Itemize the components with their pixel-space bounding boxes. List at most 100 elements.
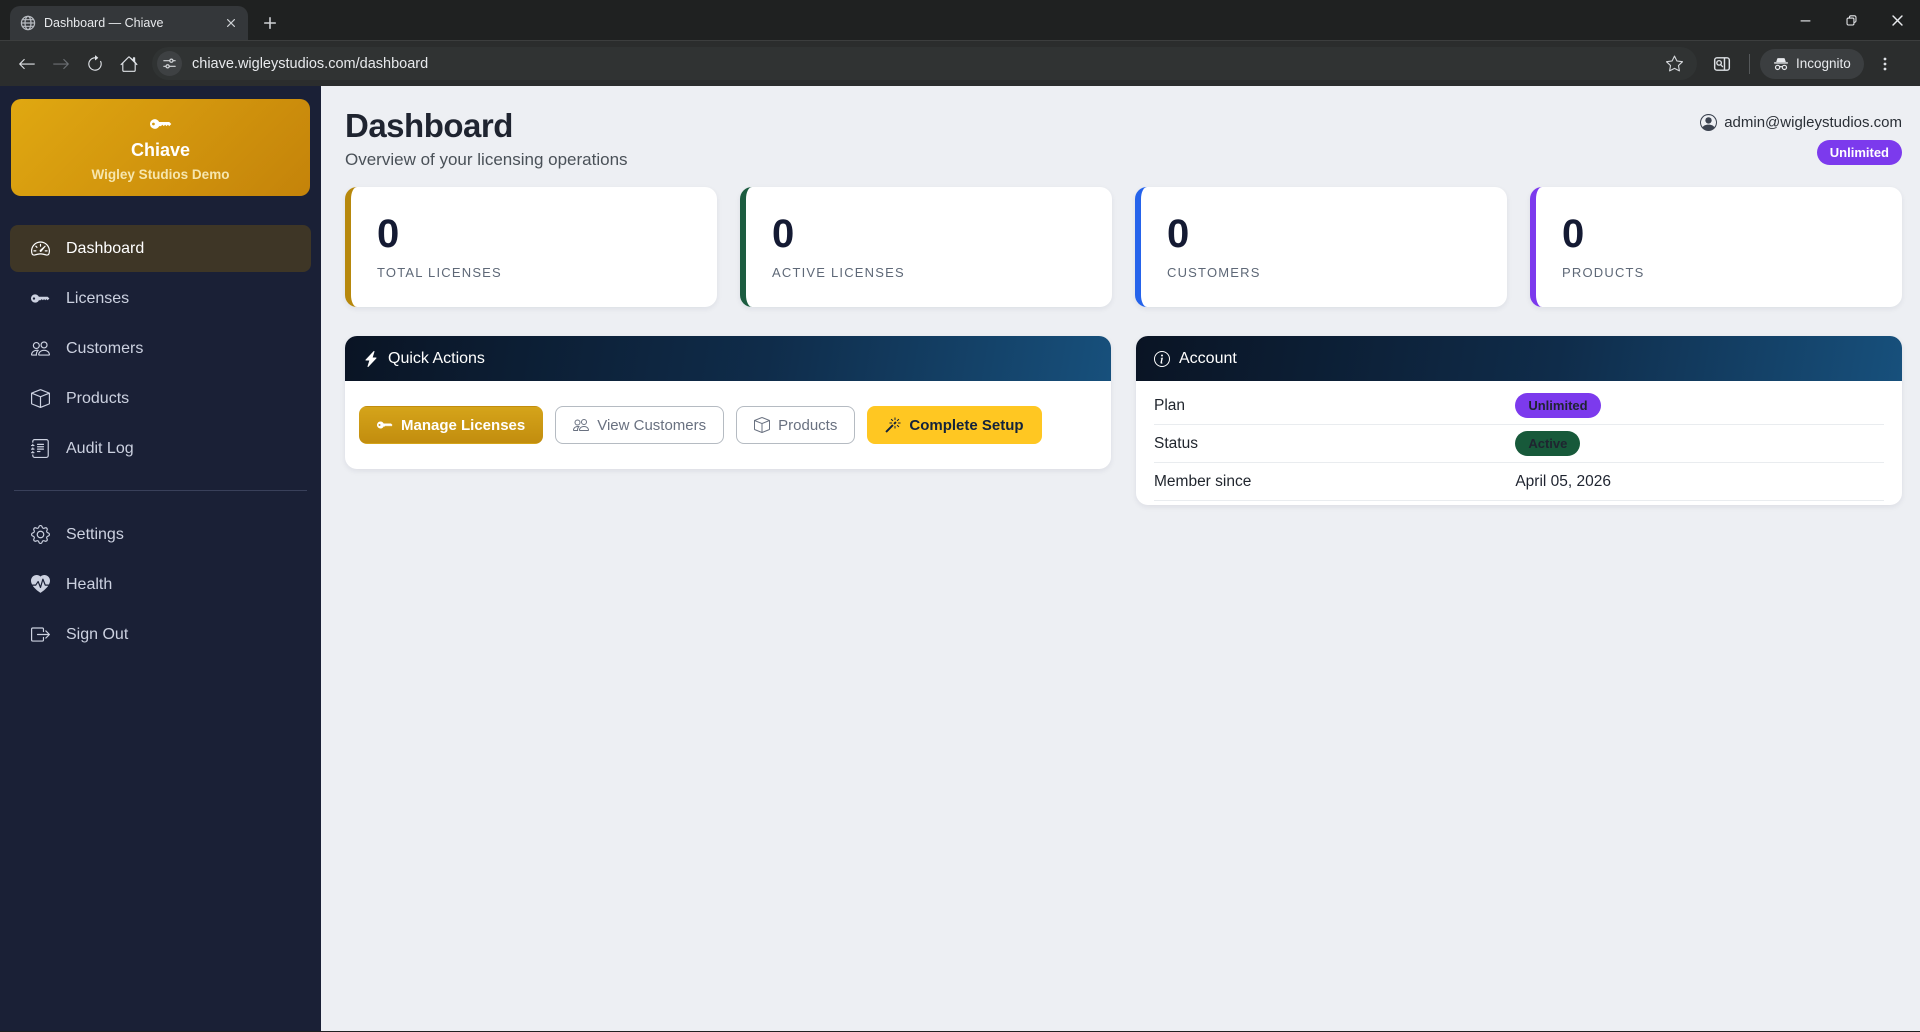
close-icon (1891, 14, 1904, 27)
account-status-badge: Unlimited (1515, 393, 1601, 418)
side-panel-button[interactable] (1705, 47, 1739, 81)
sidebar-item-label: Products (66, 389, 130, 407)
button-label: View Customers (597, 416, 707, 434)
minimize-icon (1799, 14, 1812, 27)
globe-favicon-icon (20, 15, 36, 31)
sidebar-item-health[interactable]: Health (10, 561, 311, 608)
account-row: Status Active (1154, 425, 1884, 463)
incognito-icon (1773, 56, 1789, 72)
window-controls (1782, 0, 1920, 40)
sidebar-nav-main: Dashboard Licenses Customers Products Au… (0, 225, 321, 475)
sidebar-item-audit-log[interactable]: Audit Log (10, 425, 311, 472)
sidebar-divider (14, 490, 307, 491)
minimize-button[interactable] (1782, 0, 1828, 40)
site-info-button[interactable] (157, 51, 182, 76)
products-button[interactable]: Products (736, 406, 856, 444)
sidebar-item-customers[interactable]: Customers (10, 325, 311, 372)
button-label: Products (778, 416, 838, 434)
page-subtitle: Overview of your licensing operations (345, 150, 628, 169)
address-bar[interactable]: chiave.wigleystudios.com/dashboard (152, 47, 1697, 80)
browser-tab[interactable]: Dashboard — Chiave (10, 6, 248, 40)
close-button[interactable] (1874, 0, 1920, 40)
home-icon (120, 55, 138, 73)
sidebar-item-sign-out[interactable]: Sign Out (10, 611, 311, 658)
sidebar-nav-footer: Settings Health Sign Out (0, 511, 321, 661)
url-text[interactable]: chiave.wigleystudios.com/dashboard (192, 56, 1661, 72)
back-button[interactable] (10, 47, 44, 81)
complete-setup-button[interactable]: Complete Setup (867, 406, 1042, 444)
account-title: Account (1179, 349, 1237, 367)
back-arrow-icon (18, 55, 36, 73)
button-label: Complete Setup (909, 416, 1024, 434)
plus-icon (263, 16, 277, 30)
quick-actions-title: Quick Actions (388, 349, 485, 367)
info-circle-icon (1154, 351, 1170, 367)
manage-licenses-button[interactable]: Manage Licenses (359, 406, 544, 444)
reload-button[interactable] (78, 47, 112, 81)
sidebar-item-label: Dashboard (66, 239, 145, 257)
magic-icon (885, 417, 901, 433)
stat-label: TOTAL LICENSES (377, 265, 502, 280)
browser-titlebar: Dashboard — Chiave (0, 0, 1920, 40)
sidebar-item-settings[interactable]: Settings (10, 511, 311, 558)
person-circle-icon (1700, 114, 1717, 131)
stat-label: PRODUCTS (1562, 265, 1645, 280)
forward-arrow-icon (52, 55, 70, 73)
view-customers-button[interactable]: View Customers (555, 406, 725, 444)
sidebar-item-products[interactable]: Products (10, 375, 311, 422)
gear-icon (31, 525, 50, 544)
button-label: Manage Licenses (401, 416, 526, 434)
tune-icon (162, 56, 177, 71)
journal-icon (31, 439, 50, 458)
page-header: Dashboard Overview of your licensing ope… (345, 107, 1902, 170)
user-email: admin@wigleystudios.com (1700, 114, 1902, 131)
account-header: Account (1136, 336, 1902, 381)
star-icon (1666, 55, 1683, 72)
stat-value: 0 (1562, 212, 1585, 256)
browser-toolbar: chiave.wigleystudios.com/dashboard Incog… (0, 40, 1920, 86)
speedometer-icon (31, 239, 50, 258)
sidebar-item-label: Settings (66, 525, 124, 543)
home-button[interactable] (112, 47, 146, 81)
tab-title: Dashboard — Chiave (44, 16, 164, 30)
sidebar-item-licenses[interactable]: Licenses (10, 275, 311, 322)
brand-card: Chiave Wigley Studios Demo (11, 99, 310, 196)
browser-window: Dashboard — Chiave chiave.wigleystudios.… (0, 0, 1920, 1031)
forward-button[interactable] (44, 47, 78, 81)
brand-subtitle: Wigley Studios Demo (91, 167, 230, 182)
sidebar-item-dashboard[interactable]: Dashboard (10, 225, 311, 272)
stat-label: ACTIVE LICENSES (772, 265, 905, 280)
quick-actions-panel: Quick Actions Manage Licenses View Custo… (345, 336, 1111, 469)
main-content: Dashboard Overview of your licensing ope… (321, 86, 1920, 1031)
key-icon (31, 289, 50, 308)
stat-label: CUSTOMERS (1167, 265, 1261, 280)
quick-actions-header: Quick Actions (345, 336, 1111, 381)
box-icon (754, 417, 770, 433)
tab-close-button[interactable] (222, 14, 240, 32)
stat-card: 0 CUSTOMERS (1135, 187, 1507, 307)
quick-actions-body: Manage Licenses View Customers Products … (345, 381, 1111, 469)
sidebar-item-label: Customers (66, 339, 144, 357)
bookmark-button[interactable] (1661, 51, 1687, 77)
sidebar: Chiave Wigley Studios Demo Dashboard Lic… (0, 86, 321, 1031)
user-block: admin@wigleystudios.com Unlimited (1700, 107, 1902, 165)
sidebar-item-label: Audit Log (66, 439, 134, 457)
restore-icon (1845, 14, 1858, 27)
new-tab-button[interactable] (256, 9, 284, 37)
stat-card: 0 PRODUCTS (1530, 187, 1902, 307)
account-rows: Plan Unlimited Status Active Member sinc… (1136, 381, 1902, 505)
stat-card: 0 ACTIVE LICENSES (740, 187, 1112, 307)
stat-value: 0 (772, 212, 795, 256)
sidebar-item-label: Sign Out (66, 625, 129, 643)
stat-card: 0 TOTAL LICENSES (345, 187, 717, 307)
browser-menu-button[interactable] (1870, 49, 1900, 79)
key-icon (377, 417, 393, 433)
user-email-text: admin@wigleystudios.com (1724, 114, 1902, 131)
key-icon (150, 113, 172, 135)
app-viewport: Chiave Wigley Studios Demo Dashboard Lic… (0, 86, 1920, 1031)
heart-pulse-icon (31, 575, 50, 594)
account-row-label: Member since (1154, 472, 1252, 490)
account-row-value: April 05, 2026 (1515, 472, 1611, 490)
restore-button[interactable] (1828, 0, 1874, 40)
reload-icon (86, 55, 104, 73)
